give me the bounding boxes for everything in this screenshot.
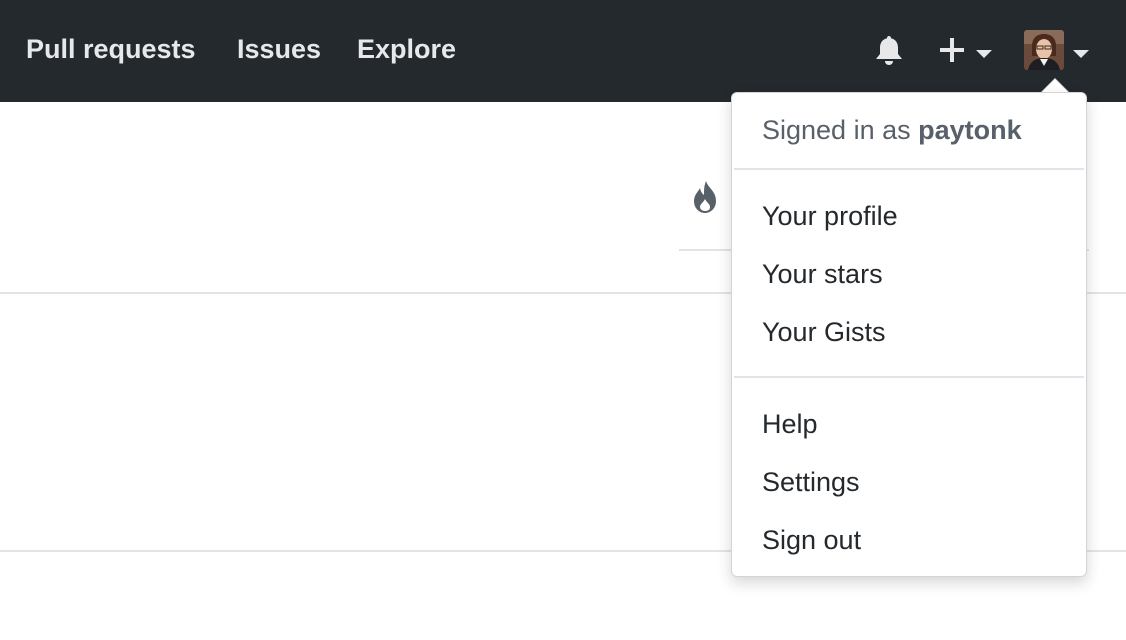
dropdown-caret <box>1041 79 1069 93</box>
menu-item-sign-out[interactable]: Sign out <box>762 523 861 557</box>
menu-item-settings[interactable]: Settings <box>762 465 860 499</box>
caret-down-icon[interactable] <box>976 46 992 58</box>
nav-pull-requests[interactable]: Pull requests <box>26 32 196 66</box>
caret-down-icon[interactable] <box>1073 46 1089 58</box>
avatar[interactable] <box>1024 30 1064 70</box>
flame-icon <box>692 180 722 214</box>
signed-in-header: Signed in as paytonk <box>762 115 1022 146</box>
menu-divider <box>734 168 1084 170</box>
signed-in-label: Signed in as <box>762 115 919 145</box>
menu-divider <box>734 376 1084 378</box>
user-dropdown-menu: Signed in as paytonk Your profile Your s… <box>731 92 1087 577</box>
plus-icon[interactable] <box>938 36 966 64</box>
menu-item-your-stars[interactable]: Your stars <box>762 257 883 291</box>
username: paytonk <box>918 115 1022 145</box>
menu-item-your-profile[interactable]: Your profile <box>762 199 898 233</box>
nav-issues[interactable]: Issues <box>237 32 321 66</box>
header-bar: Pull requests Issues Explore <box>0 0 1126 102</box>
menu-item-help[interactable]: Help <box>762 407 818 441</box>
nav-explore[interactable]: Explore <box>357 32 456 66</box>
menu-item-your-gists[interactable]: Your Gists <box>762 315 886 349</box>
bell-icon[interactable] <box>874 34 904 66</box>
